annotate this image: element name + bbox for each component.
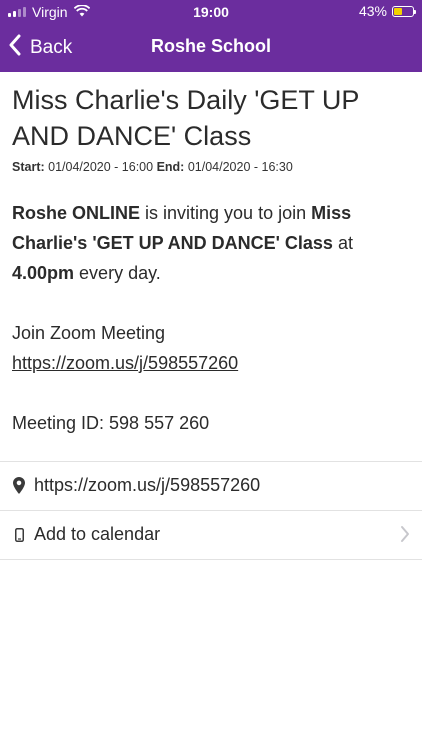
location-row[interactable]: https://zoom.us/j/598557260 — [0, 461, 422, 509]
phone-icon — [12, 527, 26, 542]
status-right: 43% — [358, 3, 416, 19]
status-bar: Virgin 19:00 43% — [0, 0, 422, 24]
invite-text: is inviting you to join — [140, 203, 312, 223]
location-link: https://zoom.us/j/598557260 — [34, 475, 261, 495]
end-value: 01/04/2020 - 16:30 — [187, 160, 293, 174]
map-pin-icon — [12, 477, 26, 494]
app-header: Virgin 19:00 43% Back Roshe School — [0, 0, 422, 72]
invitation-text: Roshe ONLINE is inviting you to join Mis… — [12, 198, 410, 288]
start-value: 01/04/2020 - 16:00 — [48, 160, 154, 174]
meeting-id: Meeting ID: 598 557 260 — [12, 413, 210, 433]
zoom-link[interactable]: https://zoom.us/j/598557260 — [12, 353, 238, 373]
nav-bar: Back Roshe School — [0, 26, 422, 70]
battery-icon — [392, 5, 416, 17]
start-label: Start: — [12, 160, 45, 174]
add-to-calendar-label: Add to calendar — [34, 524, 161, 544]
battery-level — [394, 7, 402, 15]
class-time: 4.00pm — [12, 263, 75, 283]
at-text: at — [332, 233, 353, 253]
event-content: Miss Charlie's Daily 'GET UP AND DANCE' … — [12, 82, 410, 438]
end-label: End: — [156, 160, 185, 174]
frequency-text: every day. — [74, 263, 161, 283]
org-name: Roshe ONLINE — [12, 203, 141, 223]
event-title: Miss Charlie's Daily 'GET UP AND DANCE' … — [12, 85, 359, 151]
event-dates: Start: 01/04/2020 - 16:00 End: 01/04/202… — [12, 160, 410, 174]
battery-percent: 43% — [358, 3, 387, 19]
event-description: Roshe ONLINE is inviting you to join Mis… — [12, 198, 410, 438]
page-title: Roshe School — [150, 36, 271, 56]
chevron-right-icon — [400, 525, 410, 548]
list-divider — [0, 559, 422, 560]
join-label: Join Zoom Meeting — [12, 323, 166, 343]
add-to-calendar-row[interactable]: Add to calendar — [0, 510, 422, 558]
